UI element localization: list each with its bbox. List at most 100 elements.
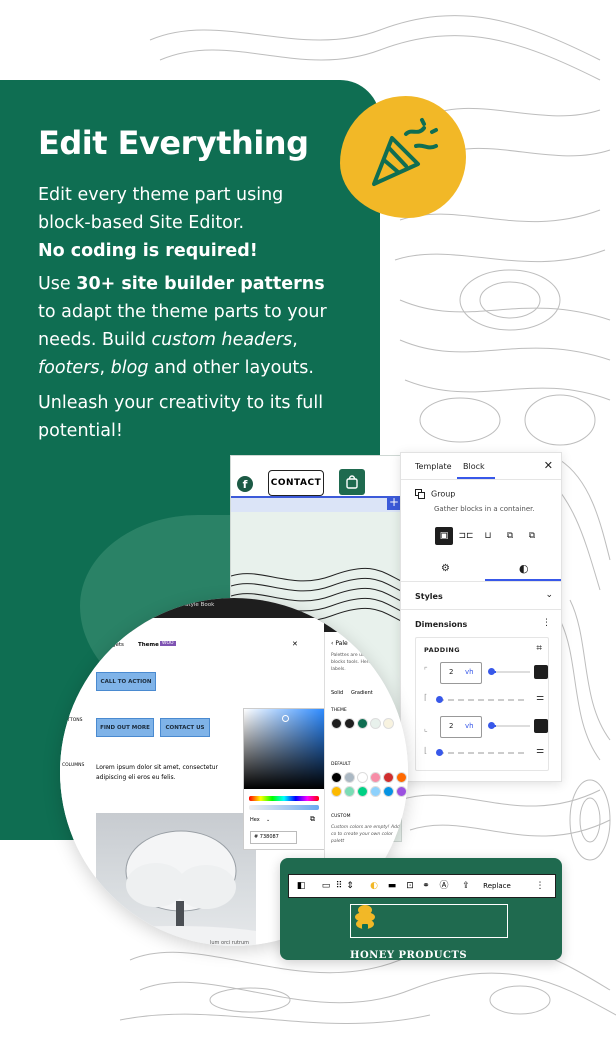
color-swatch[interactable] bbox=[357, 718, 368, 729]
settings-gear-icon[interactable]: ⚙ bbox=[441, 563, 450, 574]
padding-top-unit[interactable]: vh bbox=[465, 668, 474, 676]
image-icon[interactable]: ▭ bbox=[319, 875, 333, 897]
color-picker[interactable]: Hex ⌄ ⧉ # 738087 bbox=[243, 708, 325, 850]
tab-solid[interactable]: Solid bbox=[331, 690, 343, 696]
tree-illustration bbox=[96, 830, 256, 946]
color-swatch[interactable] bbox=[344, 772, 355, 783]
tab-theme[interactable]: Theme bbox=[138, 642, 159, 648]
color-swatch[interactable] bbox=[357, 772, 368, 783]
header-preview-card: ◧ ▭ ⠿ ⇕ ◐ ▬ ⊡ ⚭ Ⓐ ⇪ Replace ⋮ HONEY PROD… bbox=[280, 858, 562, 960]
group-variation-icon[interactable]: ▣ bbox=[435, 527, 453, 545]
duotone-icon[interactable]: ◐ bbox=[367, 875, 381, 897]
hex-label[interactable]: Hex bbox=[250, 817, 260, 823]
padding-control: PADDING ⌗ ⌜ 2 vh ⌈ ⚌ ⌞ 2 vh ⌊ ⚌ bbox=[415, 637, 549, 771]
color-swatch[interactable] bbox=[344, 718, 355, 729]
color-swatch[interactable] bbox=[370, 786, 381, 797]
close-icon[interactable]: ✕ bbox=[292, 640, 298, 648]
theme-label: THEME bbox=[331, 708, 347, 713]
padding-left-adjust-icon[interactable]: ⚌ bbox=[536, 746, 544, 756]
group-block-title: Group bbox=[415, 489, 455, 499]
hero-paragraph-1: Edit every theme part using block-based … bbox=[38, 181, 338, 265]
color-swatch[interactable] bbox=[383, 718, 394, 729]
custom-description: Custom colors are empty! Add co to creat… bbox=[331, 825, 400, 844]
color-swatch[interactable] bbox=[396, 772, 407, 783]
tab-blocks[interactable]: gets bbox=[112, 642, 124, 648]
hero-p2-end: and other layouts. bbox=[148, 358, 314, 378]
padding-bottom-input[interactable]: 2 vh bbox=[440, 716, 482, 738]
dimensions-options-icon[interactable]: ⋮ bbox=[542, 618, 551, 628]
padding-left-slider[interactable] bbox=[438, 752, 528, 754]
padding-top-slider[interactable] bbox=[490, 671, 530, 673]
alpha-slider[interactable] bbox=[249, 805, 319, 810]
drag-handle-icon[interactable]: ⠿ bbox=[335, 875, 343, 897]
padding-right-slider[interactable] bbox=[438, 699, 528, 701]
padding-bottom-slider[interactable] bbox=[490, 725, 530, 727]
link-sides-icon[interactable]: ⌗ bbox=[536, 643, 542, 654]
palette-description: Palettes are use options for blocks tool… bbox=[331, 653, 400, 672]
upload-icon[interactable]: ⇪ bbox=[459, 875, 473, 897]
add-block-button[interactable]: + bbox=[387, 496, 401, 510]
color-swatch[interactable] bbox=[396, 786, 407, 797]
find-out-more-button[interactable]: FIND OUT MORE bbox=[96, 718, 154, 737]
color-swatch[interactable] bbox=[331, 786, 342, 797]
hero-title: Edit Everything bbox=[38, 124, 309, 162]
copy-variation-icon[interactable]: ⧉ bbox=[523, 527, 541, 545]
facebook-icon[interactable]: f bbox=[237, 476, 253, 492]
padding-right-adjust-icon[interactable]: ⚌ bbox=[536, 693, 544, 703]
hue-slider[interactable] bbox=[249, 796, 319, 801]
tab-block[interactable]: Block bbox=[463, 462, 485, 471]
padding-bottom-unit[interactable]: vh bbox=[465, 722, 474, 730]
custom-label: CUSTOM bbox=[331, 814, 351, 819]
chevron-down-icon[interactable]: ⌄ bbox=[266, 817, 270, 823]
color-swatch[interactable] bbox=[383, 772, 394, 783]
tab-template[interactable]: Template bbox=[415, 462, 452, 471]
color-swatch[interactable] bbox=[370, 718, 381, 729]
snowy-tree-image bbox=[96, 813, 256, 946]
sidebar-toggle-icon[interactable]: ◧ bbox=[293, 875, 309, 897]
padding-top-knob[interactable] bbox=[488, 668, 495, 675]
copy-icon[interactable]: ⧉ bbox=[310, 815, 315, 824]
active-tab-indicator bbox=[457, 477, 495, 479]
close-icon[interactable]: ✕ bbox=[544, 459, 553, 472]
padding-bottom-adjust-icon[interactable] bbox=[534, 719, 548, 733]
padding-left-knob[interactable] bbox=[436, 749, 443, 756]
more-options-icon[interactable]: ⋮ bbox=[533, 875, 547, 897]
color-swatch[interactable] bbox=[370, 772, 381, 783]
palette-back[interactable]: ‹ Pale bbox=[331, 640, 348, 647]
color-picker-handle[interactable] bbox=[282, 715, 289, 722]
cart-button[interactable] bbox=[339, 469, 365, 495]
color-swatch[interactable] bbox=[344, 786, 355, 797]
grid-variation-icon[interactable]: ⧉ bbox=[501, 527, 519, 545]
replace-button[interactable]: Replace bbox=[479, 875, 515, 897]
call-to-action-button[interactable]: CALL TO ACTION bbox=[96, 672, 156, 691]
contact-button[interactable]: CONTACT bbox=[268, 470, 324, 496]
align-icon[interactable]: ▬ bbox=[385, 875, 399, 897]
link-icon[interactable]: ⚭ bbox=[419, 875, 433, 897]
hero-p2-italic-blog: blog bbox=[110, 358, 149, 378]
hero-p2-italic-footers: footers bbox=[38, 358, 100, 378]
padding-top-adjust-icon[interactable] bbox=[534, 665, 548, 679]
color-swatch[interactable] bbox=[357, 786, 368, 797]
row-variation-icon[interactable]: ⊐⊏ bbox=[457, 527, 475, 545]
color-swatch[interactable] bbox=[331, 772, 342, 783]
hero-paragraph-2: Use 30+ site builder patterns to adapt t… bbox=[38, 270, 338, 382]
chevron-down-icon[interactable]: ⌄ bbox=[545, 590, 553, 600]
contact-us-button[interactable]: CONTACT US bbox=[160, 718, 210, 737]
padding-right-knob[interactable] bbox=[436, 696, 443, 703]
padding-bottom-knob[interactable] bbox=[488, 722, 495, 729]
color-swatch[interactable] bbox=[331, 718, 342, 729]
tab-gradient[interactable]: Gradient bbox=[351, 690, 373, 696]
padding-top-input[interactable]: 2 vh bbox=[440, 662, 482, 684]
stack-variation-icon[interactable]: ⊔ bbox=[479, 527, 497, 545]
styles-contrast-icon[interactable]: ◐ bbox=[519, 562, 529, 575]
styles-heading[interactable]: Styles bbox=[415, 592, 443, 601]
move-up-down-icon[interactable]: ⇕ bbox=[345, 875, 355, 897]
hero-p1-bold: No coding is required! bbox=[38, 241, 258, 261]
woo-badge[interactable]: WOO bbox=[160, 641, 176, 646]
color-swatch[interactable] bbox=[383, 786, 394, 797]
crop-icon[interactable]: ⊡ bbox=[403, 875, 417, 897]
text-overlay-icon[interactable]: Ⓐ bbox=[437, 875, 451, 897]
bottom-lorem: lum orci rutrum bbox=[210, 940, 250, 946]
hex-input[interactable]: # 738087 bbox=[250, 831, 297, 844]
buttons-label: UTTONS bbox=[64, 718, 83, 723]
